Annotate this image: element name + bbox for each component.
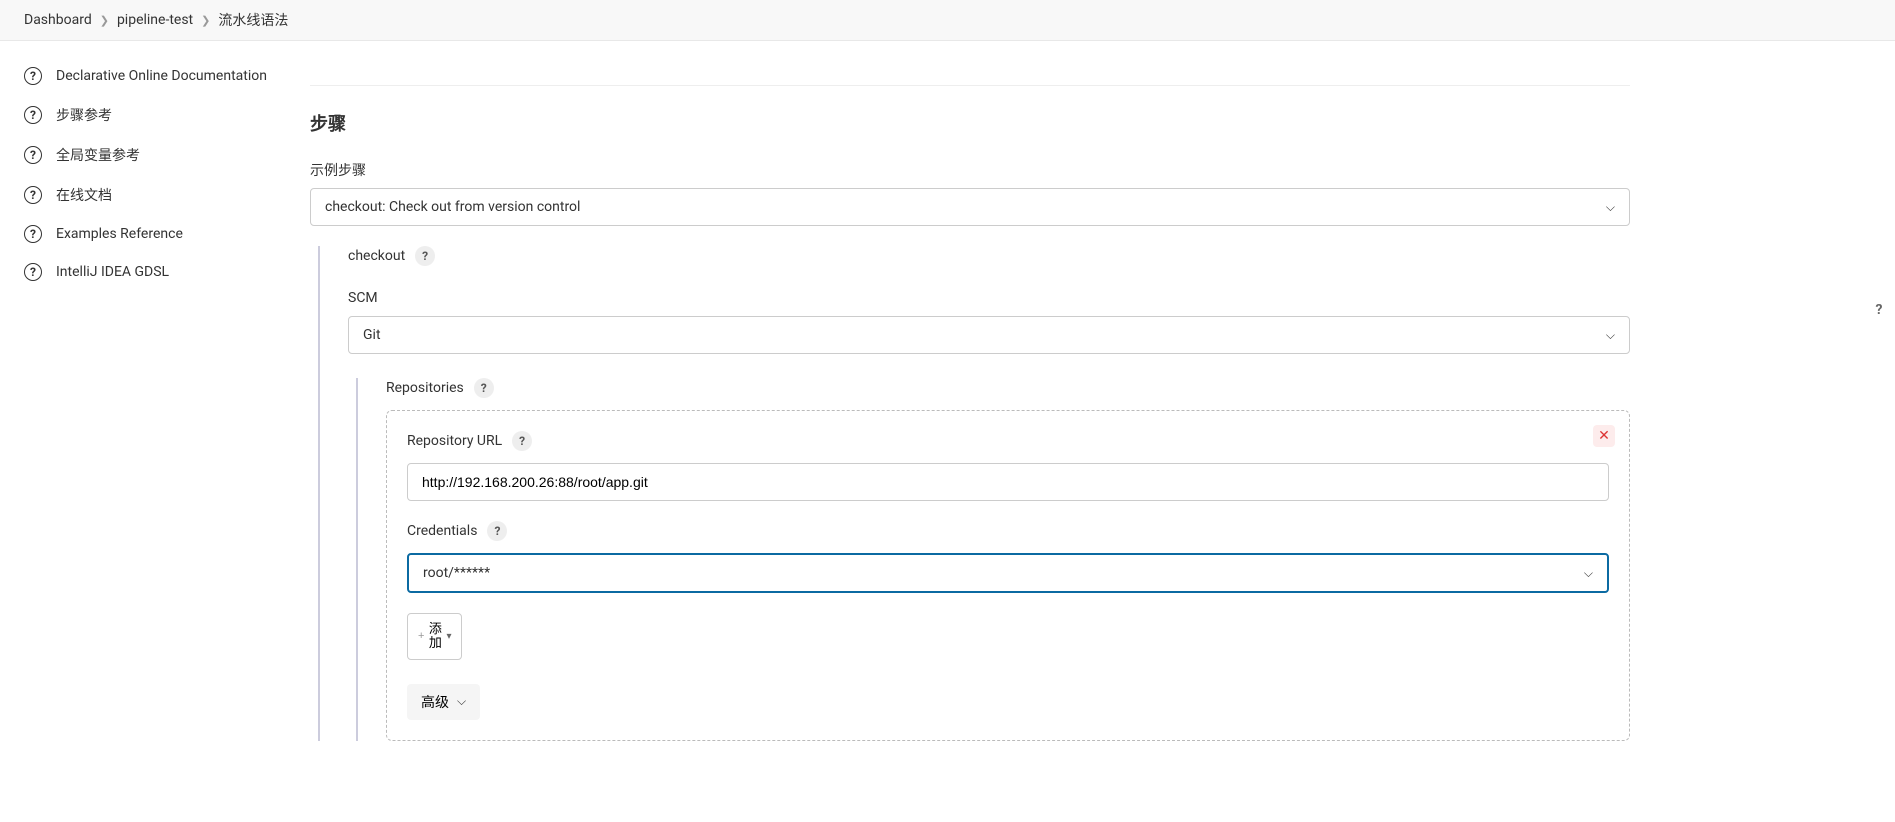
credentials-value: root/****** xyxy=(423,565,490,581)
repositories-label: Repositories xyxy=(386,380,464,396)
sidebar-item-label: 步骤参考 xyxy=(56,105,112,125)
credentials-select[interactable]: root/****** ⌵ xyxy=(407,553,1609,593)
divider xyxy=(310,85,1630,86)
help-icon[interactable]: ? xyxy=(512,431,532,451)
checkout-block: checkout ? SCM Git ⌵ Repositories ? ✕ Re… xyxy=(318,246,1630,741)
help-icon: ? xyxy=(24,225,42,243)
scm-value: Git xyxy=(363,327,381,343)
scm-select[interactable]: Git ⌵ xyxy=(348,316,1630,354)
sample-step-select[interactable]: checkout: Check out from version control… xyxy=(310,188,1630,226)
breadcrumb-item-pipeline-test[interactable]: pipeline-test xyxy=(117,12,193,28)
chevron-right-icon: ❯ xyxy=(201,14,210,27)
sidebar-item-step-reference[interactable]: ? 步骤参考 xyxy=(0,95,310,135)
help-icon[interactable]: ? xyxy=(474,378,494,398)
scm-label: SCM xyxy=(348,290,1630,306)
breadcrumb: Dashboard ❯ pipeline-test ❯ 流水线语法 xyxy=(0,0,1895,41)
add-button-label: 添加 xyxy=(428,622,442,651)
caret-down-icon: ▾ xyxy=(446,631,451,642)
sidebar-item-label: Declarative Online Documentation xyxy=(56,68,267,84)
sidebar-item-online-docs[interactable]: ? 在线文档 xyxy=(0,175,310,215)
sidebar-item-label: Examples Reference xyxy=(56,226,183,242)
sidebar-item-label: 在线文档 xyxy=(56,185,112,205)
chevron-down-icon: ⌵ xyxy=(1606,328,1615,343)
sample-step-label: 示例步骤 xyxy=(310,160,1630,180)
repo-url-input[interactable] xyxy=(407,463,1609,501)
help-icon[interactable]: ? xyxy=(415,246,435,266)
chevron-down-icon: ⌵ xyxy=(457,694,466,709)
main-content: 步骤 示例步骤 checkout: Check out from version… xyxy=(310,41,1670,761)
sample-step-value: checkout: Check out from version control xyxy=(325,199,580,215)
advanced-button[interactable]: 高级 ⌵ xyxy=(407,684,480,720)
repo-url-label: Repository URL xyxy=(407,433,502,449)
sidebar-item-label: 全局变量参考 xyxy=(56,145,140,165)
help-icon: ? xyxy=(24,146,42,164)
breadcrumb-item-syntax[interactable]: 流水线语法 xyxy=(218,10,288,30)
scm-config-block: Repositories ? ✕ Repository URL ? xyxy=(356,378,1630,741)
help-icon[interactable]: ? xyxy=(487,521,507,541)
help-icon: ? xyxy=(24,263,42,281)
plus-icon: + xyxy=(418,630,424,642)
sidebar-item-examples[interactable]: ? Examples Reference xyxy=(0,215,310,253)
floating-help-icon[interactable]: ? xyxy=(1869,300,1889,320)
section-title: 步骤 xyxy=(310,110,1630,136)
sidebar-item-intellij-gdsl[interactable]: ? IntelliJ IDEA GDSL xyxy=(0,253,310,291)
sidebar: ? Declarative Online Documentation ? 步骤参… xyxy=(0,41,310,761)
help-icon: ? xyxy=(24,67,42,85)
add-credentials-button[interactable]: + 添加 ▾ xyxy=(407,613,462,660)
repository-panel: ✕ Repository URL ? Credentials ? xyxy=(386,410,1630,741)
close-icon[interactable]: ✕ xyxy=(1593,425,1615,447)
sidebar-item-declarative-docs[interactable]: ? Declarative Online Documentation xyxy=(0,57,310,95)
credentials-label: Credentials xyxy=(407,523,477,539)
chevron-down-icon: ⌵ xyxy=(1606,200,1615,215)
chevron-down-icon: ⌵ xyxy=(1584,566,1593,581)
help-icon: ? xyxy=(24,186,42,204)
advanced-button-label: 高级 xyxy=(421,692,449,712)
checkout-label: checkout xyxy=(348,248,405,264)
sidebar-item-global-vars[interactable]: ? 全局变量参考 xyxy=(0,135,310,175)
help-icon: ? xyxy=(24,106,42,124)
chevron-right-icon: ❯ xyxy=(100,14,109,27)
breadcrumb-item-dashboard[interactable]: Dashboard xyxy=(24,12,92,28)
sidebar-item-label: IntelliJ IDEA GDSL xyxy=(56,264,169,280)
